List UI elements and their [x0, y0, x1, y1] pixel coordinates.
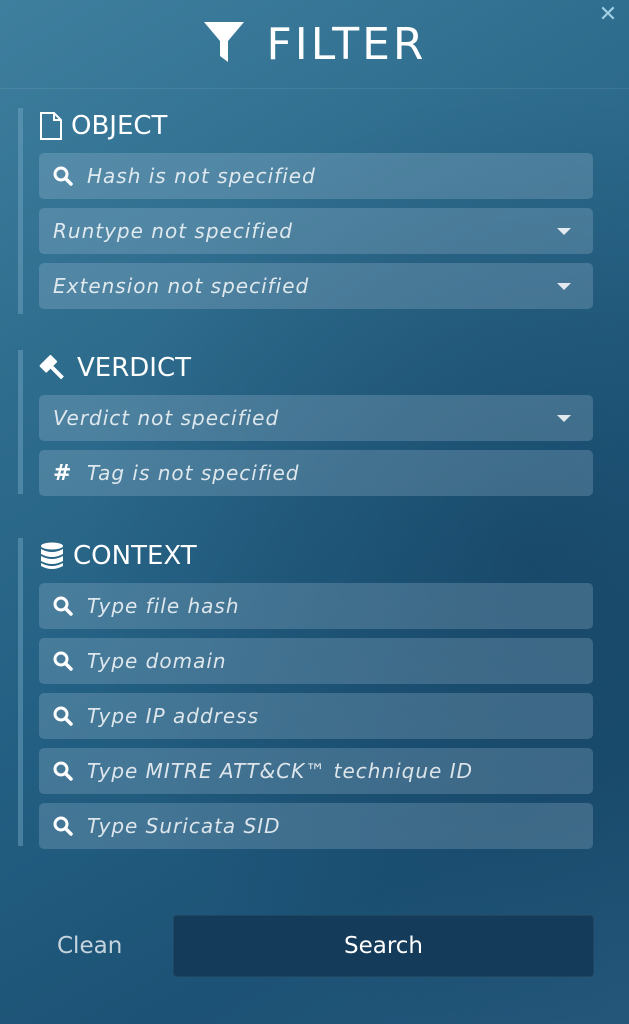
hash-input[interactable]: Hash is not specified: [39, 153, 593, 199]
domain-input[interactable]: Type domain: [39, 638, 593, 684]
page-title: FILTER: [266, 18, 427, 70]
domain-input-placeholder: Type domain: [87, 649, 227, 673]
chevron-down-icon: [557, 415, 571, 422]
verdict-select[interactable]: Verdict not specified: [39, 395, 593, 441]
search-icon: [53, 166, 75, 186]
suricata-sid-input[interactable]: Type Suricata SID: [39, 803, 593, 849]
verdict-section-header: VERDICT: [39, 350, 598, 386]
file-icon: [39, 112, 63, 140]
verdict-section-title: VERDICT: [77, 353, 192, 383]
context-section-header: CONTEXT: [39, 538, 598, 574]
ip-address-input-placeholder: Type IP address: [87, 704, 260, 728]
clean-button[interactable]: Clean: [57, 933, 122, 959]
hash-input-placeholder: Hash is not specified: [87, 164, 316, 188]
context-section-title: CONTEXT: [73, 541, 197, 571]
mitre-technique-input[interactable]: Type MITRE ATT&CK™ technique ID: [39, 748, 593, 794]
file-hash-input[interactable]: Type file hash: [39, 583, 593, 629]
extension-select[interactable]: Extension not specified: [39, 263, 593, 309]
search-icon: [53, 761, 75, 781]
search-icon: [53, 651, 75, 671]
object-section-header: OBJECT: [39, 108, 598, 144]
extension-select-value: Extension not specified: [53, 274, 310, 298]
runtype-select[interactable]: Runtype not specified: [39, 208, 593, 254]
runtype-select-value: Runtype not specified: [53, 219, 293, 243]
tag-input-placeholder: Tag is not specified: [87, 461, 300, 485]
search-button[interactable]: Search: [173, 915, 594, 977]
object-section: OBJECT Hash is not specified Runtype not…: [18, 108, 598, 314]
ip-address-input[interactable]: Type IP address: [39, 693, 593, 739]
file-hash-input-placeholder: Type file hash: [87, 594, 240, 618]
filter-panel: ✕ FILTER OBJECT Hash is not specified Ru…: [0, 0, 629, 1024]
filter-header: FILTER: [0, 0, 629, 89]
verdict-section: VERDICT Verdict not specified # Tag is n…: [18, 350, 598, 496]
gavel-icon: [39, 354, 69, 382]
mitre-technique-input-placeholder: Type MITRE ATT&CK™ technique ID: [87, 759, 474, 783]
filter-footer: Clean Search: [0, 915, 629, 979]
chevron-down-icon: [557, 283, 571, 290]
chevron-down-icon: [557, 228, 571, 235]
search-icon: [53, 816, 75, 836]
filter-funnel-icon: [203, 20, 245, 68]
object-section-title: OBJECT: [71, 111, 168, 141]
verdict-select-value: Verdict not specified: [53, 406, 280, 430]
search-icon: [53, 706, 75, 726]
database-icon: [39, 542, 65, 570]
suricata-sid-input-placeholder: Type Suricata SID: [87, 814, 281, 838]
search-icon: [53, 596, 75, 616]
context-section: CONTEXT Type file hash Type domain Type …: [18, 538, 598, 849]
tag-input[interactable]: # Tag is not specified: [39, 450, 593, 496]
hash-icon: #: [53, 460, 72, 486]
